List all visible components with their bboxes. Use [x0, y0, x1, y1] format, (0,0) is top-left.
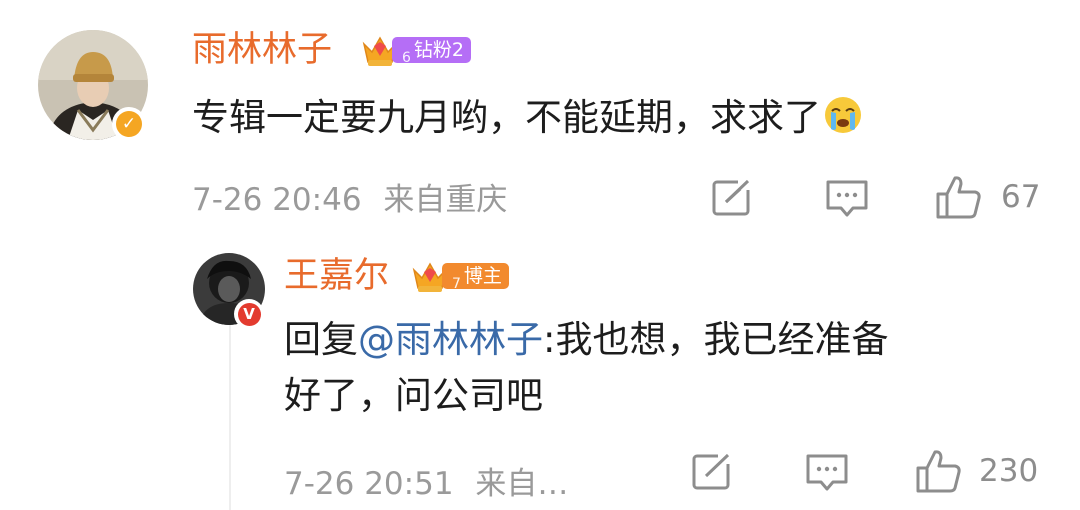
comment-icon — [826, 180, 868, 217]
comment-time: 7-26 20:46 — [192, 182, 362, 218]
comment-location: 来自重庆 — [383, 182, 508, 218]
reply-prefix: 回复 — [284, 318, 358, 361]
fan-badge-level: 6 — [402, 50, 411, 66]
host-badge[interactable]: 7 博主 — [410, 256, 509, 296]
comment-text: 专辑一定要九月哟，不能延期，求求了 — [192, 91, 863, 145]
comment-button[interactable] — [805, 452, 849, 494]
comment-meta: 7-26 20:46 来自重庆 — [192, 180, 507, 220]
crying-face-icon — [823, 95, 863, 135]
like-button[interactable]: 67 — [935, 174, 1040, 220]
share-icon — [692, 452, 734, 490]
reply-meta: 7-26 20:51 来自… — [284, 464, 568, 504]
like-count: 67 — [1001, 179, 1041, 215]
commenter-username[interactable]: 雨林林子 — [192, 28, 332, 72]
reply-text-line1: :我也想，我已经准备 — [543, 318, 889, 361]
fan-badge-label: 6 钻粉2 — [392, 37, 472, 66]
reply-thread-line — [229, 325, 231, 510]
like-count: 230 — [979, 453, 1039, 489]
thumbs-up-icon — [936, 176, 981, 219]
mention-link[interactable]: @雨林林子 — [358, 318, 543, 361]
host-badge-label: 7 博主 — [442, 263, 509, 292]
verified-badge-icon: V — [234, 299, 264, 329]
share-button[interactable] — [690, 452, 734, 492]
verified-check-icon: ✓ — [116, 111, 142, 137]
like-button[interactable]: 230 — [915, 448, 1038, 494]
verified-v-icon: V — [237, 302, 261, 326]
comment-icon — [806, 454, 848, 491]
reply-text: 回复@雨林林子:我也想，我已经准备 好了，问公司吧 — [284, 313, 1044, 423]
host-badge-level: 7 — [452, 276, 461, 292]
fan-badge[interactable]: 6 钻粉2 — [360, 30, 472, 70]
comment-button[interactable] — [825, 178, 869, 220]
reply-text-line2: 好了，问公司吧 — [284, 374, 543, 417]
share-button[interactable] — [710, 178, 754, 218]
verified-badge-icon: ✓ — [112, 107, 146, 141]
replier-username[interactable]: 王嘉尔 — [284, 254, 389, 298]
reply-location: 来自… — [475, 466, 569, 502]
reply-time: 7-26 20:51 — [284, 466, 454, 502]
thumbs-up-icon — [916, 450, 961, 493]
share-icon — [712, 178, 754, 216]
